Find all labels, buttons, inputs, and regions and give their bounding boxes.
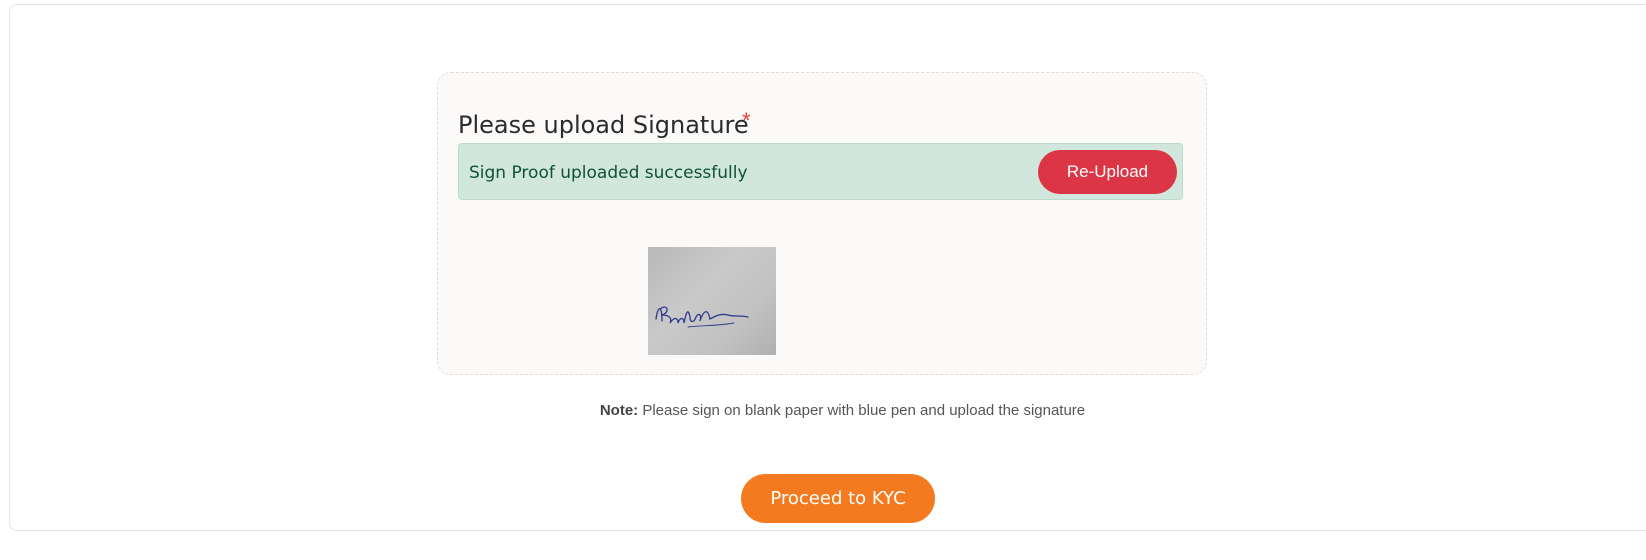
signature-preview-image [648, 247, 776, 355]
reupload-button[interactable]: Re-Upload [1038, 150, 1177, 194]
upload-success-message: Sign Proof uploaded successfully [469, 163, 748, 183]
required-asterisk: * [742, 108, 751, 133]
upload-note: Note: Please sign on blank paper with bl… [0, 402, 1646, 419]
signature-upload-panel: Please upload Signature * Sign Proof upl… [437, 72, 1207, 375]
upload-title: Please upload Signature [458, 111, 749, 139]
upload-success-alert: Sign Proof uploaded successfully Re-Uplo… [458, 143, 1183, 200]
signature-scribble [655, 306, 749, 328]
note-text: Please sign on blank paper with blue pen… [638, 402, 1086, 419]
proceed-to-kyc-button[interactable]: Proceed to KYC [741, 474, 935, 523]
note-label: Note: [599, 402, 639, 419]
